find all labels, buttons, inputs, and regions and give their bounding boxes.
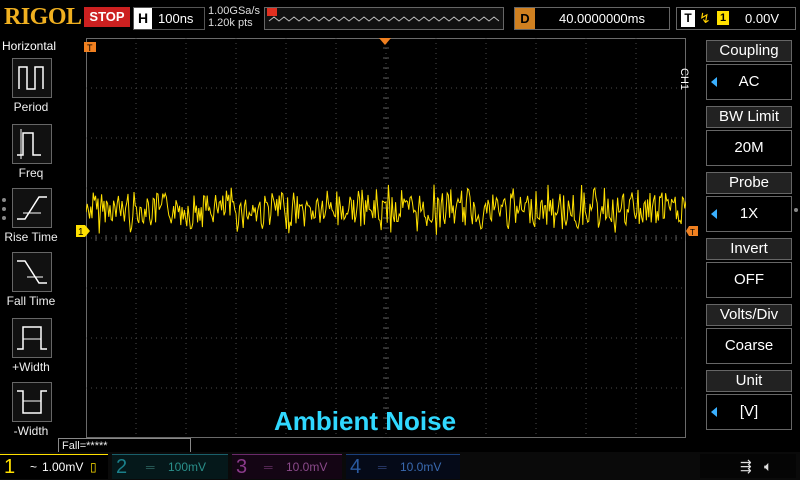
horizontal-label: H [134,8,152,29]
measure-label: Fall Time [6,294,56,308]
measure-label: -Width [13,424,49,438]
run-stop-indicator[interactable]: STOP [84,7,130,27]
measure-label: Period [13,100,49,114]
menu-item-value[interactable]: 1X [706,196,792,232]
period-icon [18,66,44,90]
menu-item-value-text: [V] [739,403,759,420]
delay-box[interactable]: D 40.0000000ms [514,7,670,30]
menu-item-value-text: Coarse [724,337,774,354]
screen-caption: Ambient Noise [274,406,457,436]
speaker-mute-icon: 🔈︎ [764,458,773,474]
ch2-status[interactable]: 2 ═ 100mV [112,454,228,479]
menu-item-value-text: 20M [734,139,764,156]
waveform-graticule[interactable] [86,38,686,438]
menu-item-value-text: 1X [739,205,759,222]
ch1-number: 1 [4,456,16,478]
ch2-scale: 100mV [168,460,207,474]
ch3-coupling-icon: ═ [264,460,273,474]
ch2-coupling-icon: ═ [146,460,155,474]
ch3-number: 3 [236,456,248,478]
measure-button-rise-time[interactable] [12,188,52,228]
measure-button-pos-width[interactable] [12,318,52,358]
measure-menu: Horizontal Period Freq Rise Time Fall Time +… [0,38,62,438]
neg-width-icon [17,390,47,414]
ch3-scale: 10.0mV [286,460,328,474]
ch1-marker-text: 1 [78,227,84,237]
ch1-scale: 1.00mV [42,460,84,474]
trigger-position-marker: T [84,42,96,52]
measure-button-fall-time[interactable] [12,252,52,292]
trigger-box[interactable]: T ↯ 1 0.00V [676,7,796,30]
ch1-coupling-icon: ~ [30,460,38,474]
freq-icon [17,129,41,159]
menu-item-value[interactable]: 20M [706,130,792,166]
menu-item-title[interactable]: Probe [706,172,792,194]
measure-label: Rise Time [4,230,58,244]
ch3-status[interactable]: 3 ═ 10.0mV [232,454,342,479]
top-status-bar: RIGOL STOP H 100ns 1.00GSa/s 1.20k pts D… [0,0,800,36]
trigger-level-marker-text: T [690,228,695,236]
memory-position-strip [264,7,504,30]
timebase-value: 100ns [158,11,194,26]
cycle-arrow-icon [711,209,717,219]
measure-button-freq[interactable] [12,124,52,164]
cycle-arrow-icon [711,407,717,417]
menu-item-value[interactable]: AC [706,64,792,100]
falling-edge-icon: ↯ [699,10,711,26]
memory-preview-wave [268,16,500,22]
menu-item-title[interactable]: BW Limit [706,106,792,128]
menu-item-title[interactable]: Volts/Div [706,304,792,326]
measure-label: Freq [18,166,44,180]
menu-item-value[interactable]: [V] [706,394,792,430]
menu-item-value-text: OFF [734,271,764,288]
menu-title: Horizontal [2,39,57,53]
cycle-arrow-icon [711,77,717,87]
delay-label: D [515,8,535,29]
trigger-time-marker [379,38,391,45]
brand-logo: RIGOL [4,4,82,30]
timebase-box[interactable]: H 100ns [133,7,205,30]
menu-channel-tag: CH1 [678,68,690,91]
ch4-scale: 10.0mV [400,460,442,474]
pos-width-icon [17,326,47,350]
ch4-number: 4 [350,456,362,478]
trigger-level-marker: T [686,226,698,236]
channel-status-bar: 1 ~ 1.00mV ▯ 2 ═ 100mV 3 ═ 10.0mV 4 ═ 10… [0,452,800,480]
trigger-source: 1 [717,11,729,25]
menu-page-dot [2,207,6,211]
menu-item-value[interactable]: Coarse [706,328,792,364]
measure-button-neg-width[interactable] [12,382,52,422]
acquisition-info: 1.00GSa/s 1.20k pts [208,5,260,29]
battery-icon: ▯ [90,460,97,474]
ch4-coupling-icon: ═ [378,460,387,474]
system-status: ⇶ 🔈︎ [700,454,796,478]
measure-button-period[interactable] [12,58,52,98]
menu-page-dot [2,216,6,220]
fall-time-icon [17,260,47,284]
ch1-noise-trace [86,184,686,235]
trigger-level: 0.00V [745,11,779,26]
delay-value: 40.0000000ms [558,11,645,26]
trigger-marker-text: T [87,43,93,52]
menu-item-title[interactable]: Unit [706,370,792,392]
menu-page-dot [2,198,6,202]
ch2-number: 2 [116,456,128,478]
menu-item-value[interactable]: OFF [706,262,792,298]
measure-label: +Width [12,360,50,374]
menu-item-title[interactable]: Coupling [706,40,792,62]
ch1-offset-marker[interactable]: 1 [76,225,90,237]
menu-page-dot [794,208,798,212]
ch4-status[interactable]: 4 ═ 10.0mV [346,454,460,479]
memory-depth: 1.20k pts [208,17,253,29]
rise-time-icon [17,196,47,220]
usb-icon: ⇶ [740,458,752,474]
sample-rate: 1.00GSa/s [208,5,260,17]
trigger-label: T [681,10,695,27]
ch1-status[interactable]: 1 ~ 1.00mV ▯ [0,454,108,479]
menu-item-title[interactable]: Invert [706,238,792,260]
menu-item-value-text: AC [738,73,760,90]
